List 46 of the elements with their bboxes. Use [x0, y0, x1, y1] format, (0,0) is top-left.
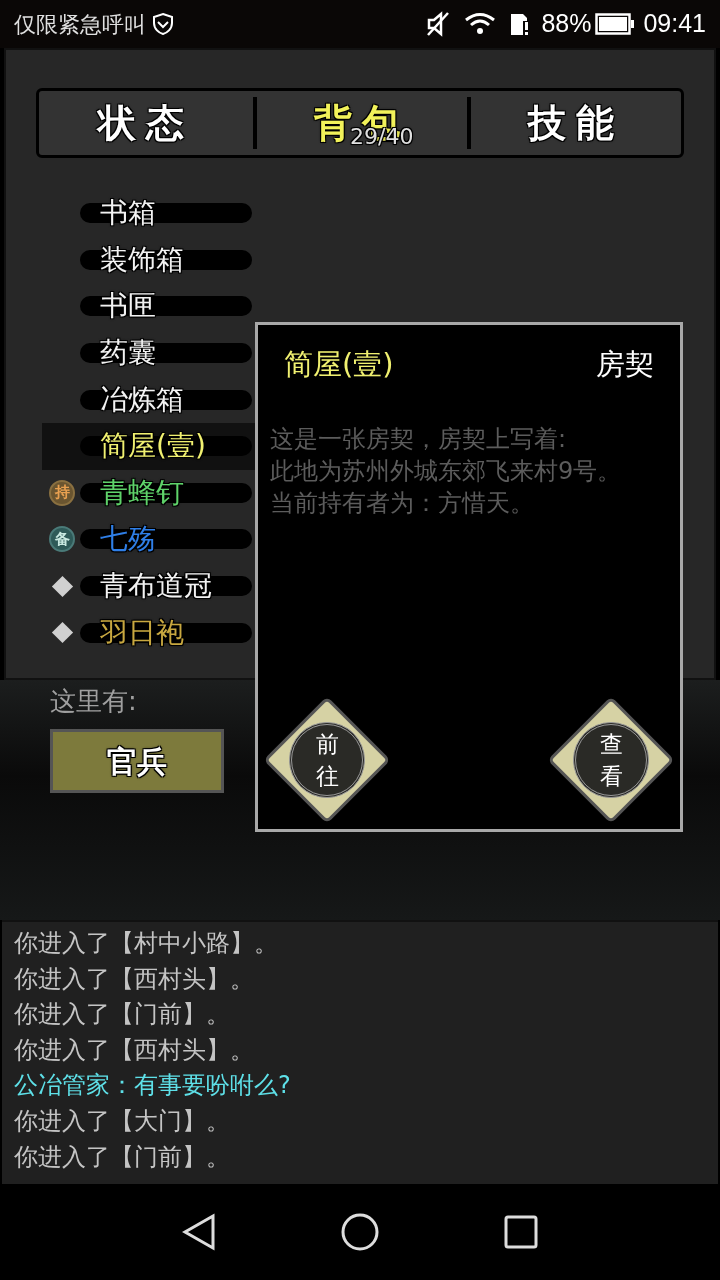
tab[interactable]: 技能	[471, 91, 681, 155]
clock: 09:41	[643, 8, 706, 40]
inventory-item[interactable]: 装饰箱	[42, 236, 262, 284]
popup-title: 简屋(壹)	[284, 346, 394, 383]
here-label: 这里有:	[50, 685, 138, 718]
inventory-item[interactable]: 羽日袍	[42, 609, 262, 656]
equipped-badge: 备	[49, 526, 75, 553]
log-line: 你进入了【大门】。	[14, 1105, 231, 1137]
battery-icon	[595, 12, 636, 36]
item-name: 七殇	[99, 521, 156, 558]
inventory-item[interactable]: 书匣	[42, 283, 262, 330]
description-line: 此地为苏州外城东郊飞来村9号。	[270, 455, 623, 487]
home-icon[interactable]	[340, 1212, 380, 1252]
back-icon[interactable]	[182, 1213, 216, 1251]
inventory-item[interactable]: 持 青蜂钉	[42, 469, 262, 517]
shield-icon	[152, 12, 174, 36]
inventory-item[interactable]: 青布道冠	[42, 562, 262, 610]
item-type: 房契	[596, 346, 654, 383]
carrier-text: 仅限紧急呼叫	[14, 10, 146, 39]
inventory-item[interactable]: 备 七殇	[42, 516, 262, 563]
description-line: 当前持有者为：方惜天。	[270, 487, 535, 519]
log-line: 你进入了【村中小路】。	[14, 928, 279, 959]
item-name: 书箱	[99, 195, 156, 232]
mute-icon	[425, 11, 452, 37]
log-line: 你进入了【西村头】。	[14, 963, 255, 995]
npc-button[interactable]: 官兵	[50, 729, 224, 793]
item-name: 药囊	[99, 335, 156, 372]
inventory-item[interactable]: 书箱	[42, 190, 262, 237]
item-name: 简屋(壹)	[99, 428, 206, 465]
item-name: 青蜂钉	[99, 474, 184, 511]
item-name: 书匣	[99, 288, 156, 325]
recents-icon[interactable]	[504, 1215, 538, 1249]
log-line: 你进入了【门前】。	[14, 999, 231, 1031]
item-name: 装饰箱	[99, 241, 184, 278]
inventory-item[interactable]: 药囊	[42, 329, 262, 377]
item-name: 羽日袍	[99, 614, 184, 651]
item-name: 冶炼箱	[99, 381, 184, 418]
tab[interactable]: 状态	[39, 91, 253, 155]
item-name: 青布道冠	[99, 568, 212, 605]
inventory-item[interactable]: 冶炼箱	[42, 376, 262, 423]
description-line: 这是一张房契，房契上写着:	[270, 423, 568, 455]
log-line: 你进入了【西村头】。	[14, 1034, 255, 1066]
log-line: 你进入了【门前】。	[14, 1141, 231, 1173]
battery-percent: 88%	[541, 8, 592, 40]
held-badge: 持	[49, 479, 75, 506]
log-line: 公冶管家：有事要吩咐么?	[14, 1070, 292, 1102]
